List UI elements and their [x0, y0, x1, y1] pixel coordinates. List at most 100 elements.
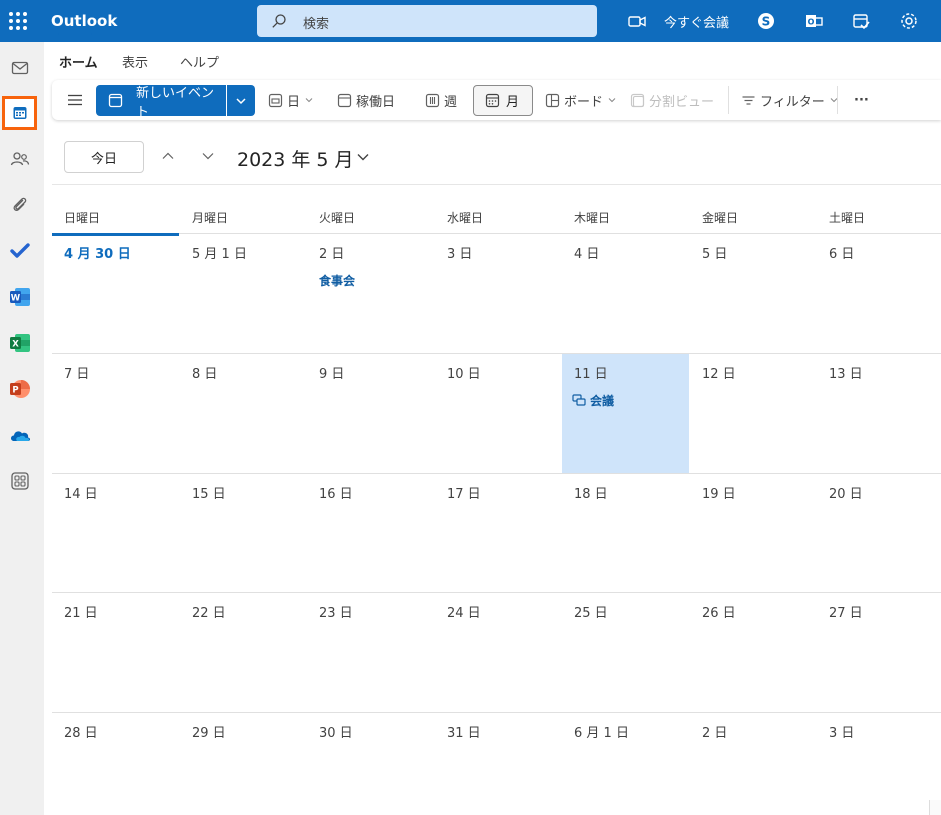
- day-cell-date[interactable]: 3 日: [447, 243, 472, 262]
- work-week-icon: [337, 93, 352, 107]
- day-cell-date[interactable]: 6 日: [829, 243, 854, 262]
- day-cell-date[interactable]: 30 日: [319, 722, 353, 741]
- day-cell-date[interactable]: 9 日: [319, 363, 344, 382]
- weekday-header: 火曜日: [319, 211, 356, 225]
- rail-onedrive[interactable]: [4, 419, 36, 451]
- day-cell-date[interactable]: 29 日: [192, 722, 226, 741]
- new-event-dropdown[interactable]: [227, 85, 255, 116]
- rail-word[interactable]: W: [4, 281, 36, 313]
- day-cell-date[interactable]: 4 月 30 日: [64, 243, 131, 262]
- svg-text:O: O: [808, 18, 815, 27]
- app-launcher-icon[interactable]: [8, 11, 28, 31]
- day-cell-date[interactable]: 3 日: [829, 722, 854, 741]
- grid-line: [52, 233, 941, 234]
- new-event-button[interactable]: 新しいイベント: [96, 85, 226, 120]
- view-work-week-button[interactable]: 稼働日: [337, 80, 395, 120]
- day-cell-date[interactable]: 7 日: [64, 363, 89, 382]
- day-cell-date[interactable]: 4 日: [574, 243, 599, 262]
- video-camera-icon[interactable]: [627, 11, 647, 31]
- weekday-header: 月曜日: [192, 211, 229, 225]
- day-cell-date[interactable]: 19 日: [702, 483, 736, 502]
- event-title: 会議: [590, 394, 615, 408]
- day-cell-date[interactable]: 5 月 1 日: [192, 243, 247, 262]
- next-month-button[interactable]: [200, 148, 216, 164]
- skype-icon[interactable]: S: [756, 11, 776, 31]
- view-day-button[interactable]: 日: [268, 80, 314, 120]
- app-title[interactable]: Outlook: [51, 12, 117, 30]
- tab-home[interactable]: ホーム: [59, 52, 98, 71]
- rail-more-apps[interactable]: [4, 465, 36, 497]
- day-cell-date[interactable]: 18 日: [574, 483, 608, 502]
- teams-icon[interactable]: O: [804, 11, 824, 31]
- view-month-button[interactable]: 月: [473, 85, 533, 116]
- day-cell-date[interactable]: 28 日: [64, 722, 98, 741]
- rail-powerpoint[interactable]: P: [4, 373, 36, 405]
- day-cell-date[interactable]: 16 日: [319, 483, 353, 502]
- search-box[interactable]: 検索: [257, 5, 597, 37]
- settings-gear-icon[interactable]: [899, 11, 919, 31]
- day-cell-date[interactable]: 13 日: [829, 363, 863, 382]
- toolbar-separator: [837, 86, 838, 114]
- day-cell-date[interactable]: 25 日: [574, 602, 608, 621]
- nav-toggle-button[interactable]: [66, 80, 84, 120]
- day-cell-date[interactable]: 27 日: [829, 602, 863, 621]
- tab-view[interactable]: 表示: [122, 52, 148, 71]
- view-week-button[interactable]: 週: [425, 80, 457, 120]
- rail-people[interactable]: [4, 143, 36, 175]
- view-board-label: ボード: [564, 94, 604, 110]
- day-cell-date[interactable]: 12 日: [702, 363, 736, 382]
- day-cell-date[interactable]: 31 日: [447, 722, 481, 741]
- command-toolbar: 新しいイベント 日 稼働日 週 月 ボード 分割ビュー フィルター ···: [52, 80, 941, 120]
- rail-files[interactable]: [4, 189, 36, 221]
- day-view-icon: [268, 93, 283, 107]
- search-icon: [272, 14, 286, 28]
- tab-help[interactable]: ヘルプ: [180, 52, 219, 71]
- day-cell-date[interactable]: 11 日: [574, 363, 608, 382]
- previous-month-button[interactable]: [160, 148, 176, 164]
- day-cell-date[interactable]: 8 日: [192, 363, 217, 382]
- split-view-button[interactable]: 分割ビュー: [630, 80, 714, 120]
- day-cell-date[interactable]: 26 日: [702, 602, 736, 621]
- svg-text:P: P: [12, 386, 18, 396]
- month-title[interactable]: 2023 年 5 月: [237, 145, 354, 172]
- rail-calendar[interactable]: [2, 96, 37, 130]
- filter-button[interactable]: フィルター: [741, 80, 839, 120]
- scrollbar-corner[interactable]: [929, 800, 941, 815]
- chevron-down-icon[interactable]: [356, 150, 370, 164]
- day-cell-date[interactable]: 2 日: [319, 243, 344, 262]
- today-column-indicator: [52, 233, 179, 236]
- day-cell-date[interactable]: 24 日: [447, 602, 481, 621]
- more-options-button[interactable]: ···: [854, 80, 869, 120]
- day-cell-date[interactable]: 14 日: [64, 483, 98, 502]
- meet-now-button[interactable]: 今すぐ会議: [664, 12, 729, 31]
- rail-todo[interactable]: [4, 235, 36, 267]
- filter-label: フィルター: [760, 94, 825, 110]
- rail-mail[interactable]: [4, 52, 36, 84]
- day-cell-date[interactable]: 6 月 1 日: [574, 722, 629, 741]
- attachment-icon: [13, 197, 27, 211]
- view-month-label: 月: [506, 95, 520, 110]
- day-cell-date[interactable]: 17 日: [447, 483, 481, 502]
- rail-excel[interactable]: X: [4, 327, 36, 359]
- day-cell-date[interactable]: 10 日: [447, 363, 481, 382]
- day-cell-date[interactable]: 21 日: [64, 602, 98, 621]
- weekday-header: 木曜日: [574, 211, 611, 225]
- filter-icon: [742, 95, 755, 105]
- day-cell-date[interactable]: 23 日: [319, 602, 353, 621]
- week-view-icon: [425, 93, 440, 107]
- view-board-button[interactable]: ボード: [545, 80, 617, 120]
- today-button[interactable]: 今日: [64, 141, 144, 173]
- grid-line: [52, 592, 941, 593]
- day-cell-date[interactable]: 2 日: [702, 722, 727, 741]
- search-input[interactable]: 検索: [303, 13, 329, 32]
- calendar-check-icon[interactable]: [851, 11, 871, 31]
- hamburger-menu-icon: [68, 94, 82, 106]
- day-cell-date[interactable]: 15 日: [192, 483, 226, 502]
- day-cell-date[interactable]: 20 日: [829, 483, 863, 502]
- calendar-event[interactable]: 食事会: [319, 272, 355, 289]
- calendar-event[interactable]: 会議: [572, 392, 614, 409]
- new-event-label: 新しいイベント: [136, 85, 215, 120]
- calendar-icon: [13, 107, 26, 119]
- day-cell-date[interactable]: 5 日: [702, 243, 727, 262]
- day-cell-date[interactable]: 22 日: [192, 602, 226, 621]
